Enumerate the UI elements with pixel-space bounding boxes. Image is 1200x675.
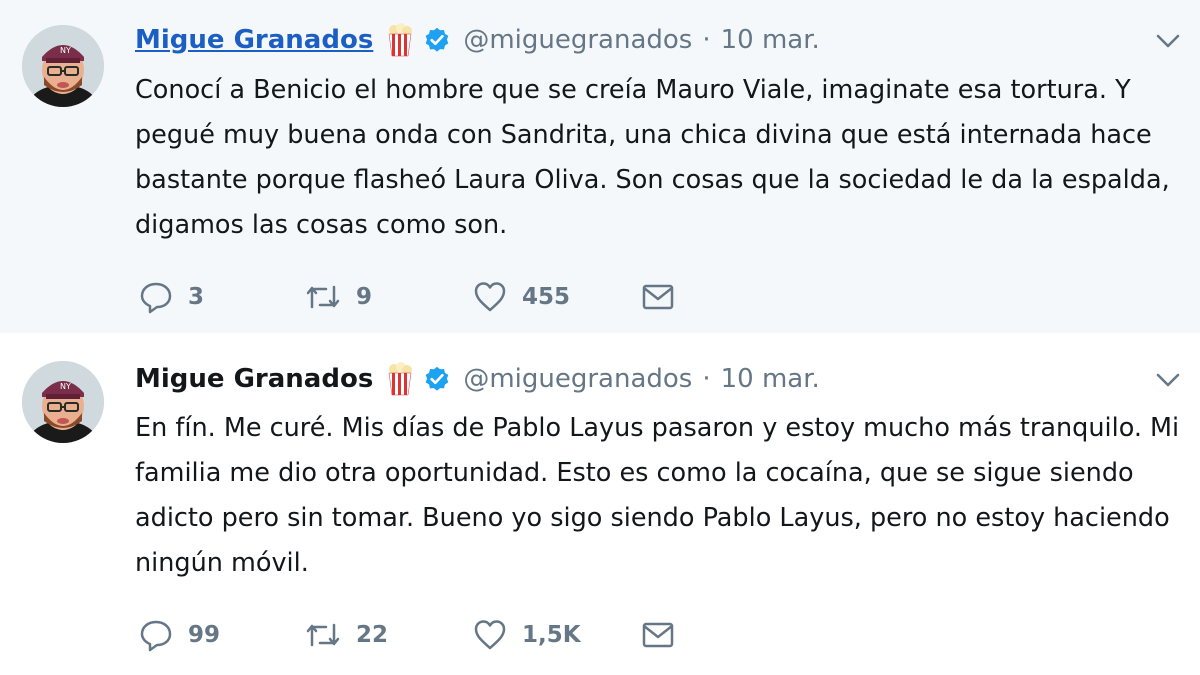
like-count: 1,5K bbox=[522, 622, 581, 648]
heart-icon bbox=[472, 279, 508, 315]
tweet-2[interactable]: NY Migue Granados @miguegranados · 10 ma… bbox=[0, 333, 1200, 675]
reply-count: 3 bbox=[188, 284, 205, 310]
tweet-header: Migue Granados @miguegranados · 10 mar. bbox=[135, 22, 820, 58]
direct-message-button[interactable] bbox=[640, 615, 676, 655]
reply-icon bbox=[138, 617, 174, 653]
tweet-1[interactable]: NY Migue Granados @miguegranados · 10 ma… bbox=[0, 0, 1200, 333]
retweet-button[interactable]: 9 bbox=[304, 277, 372, 317]
author-handle[interactable]: @miguegranados bbox=[463, 364, 692, 394]
like-button[interactable]: 455 bbox=[472, 277, 570, 317]
chevron-down-icon[interactable] bbox=[1155, 32, 1181, 50]
svg-text:NY: NY bbox=[60, 382, 71, 391]
reply-button[interactable]: 3 bbox=[138, 277, 204, 317]
like-count: 455 bbox=[522, 284, 571, 310]
heart-icon bbox=[472, 617, 508, 653]
tweet-actions: 99 22 1,5K bbox=[138, 615, 698, 655]
svg-text:NY: NY bbox=[60, 46, 71, 55]
retweet-count: 9 bbox=[356, 284, 373, 310]
reply-count: 99 bbox=[188, 622, 221, 648]
retweet-icon bbox=[304, 617, 342, 653]
verified-badge-icon bbox=[423, 365, 451, 393]
verified-badge-icon bbox=[423, 26, 451, 54]
retweet-icon bbox=[304, 279, 342, 315]
popcorn-emoji-icon bbox=[385, 23, 415, 57]
tweet-text: En fín. Me curé. Mis días de Pablo Layus… bbox=[135, 413, 1180, 578]
tweet-date[interactable]: 10 mar. bbox=[721, 25, 820, 55]
chevron-down-icon[interactable] bbox=[1155, 371, 1181, 389]
like-button[interactable]: 1,5K bbox=[472, 615, 581, 655]
author-name[interactable]: Migue Granados bbox=[135, 25, 373, 55]
popcorn-emoji-icon bbox=[385, 362, 415, 396]
tweet-actions: 3 9 455 bbox=[138, 277, 698, 317]
avatar[interactable]: NY bbox=[22, 361, 104, 443]
reply-button[interactable]: 99 bbox=[138, 615, 220, 655]
reply-icon bbox=[138, 279, 174, 315]
author-handle[interactable]: @miguegranados bbox=[463, 25, 692, 55]
direct-message-button[interactable] bbox=[640, 277, 676, 317]
envelope-icon bbox=[640, 617, 676, 653]
retweet-button[interactable]: 22 bbox=[304, 615, 388, 655]
separator-dot: · bbox=[702, 25, 711, 55]
tweet-header: Migue Granados @miguegranados · 10 mar. bbox=[135, 361, 820, 397]
tweet-date[interactable]: 10 mar. bbox=[721, 364, 820, 394]
envelope-icon bbox=[640, 279, 676, 315]
tweet-text: Conocí a Benicio el hombre que se creía … bbox=[135, 75, 1170, 240]
avatar[interactable]: NY bbox=[22, 25, 104, 107]
retweet-count: 22 bbox=[356, 622, 389, 648]
separator-dot: · bbox=[702, 364, 711, 394]
author-name[interactable]: Migue Granados bbox=[135, 364, 373, 394]
